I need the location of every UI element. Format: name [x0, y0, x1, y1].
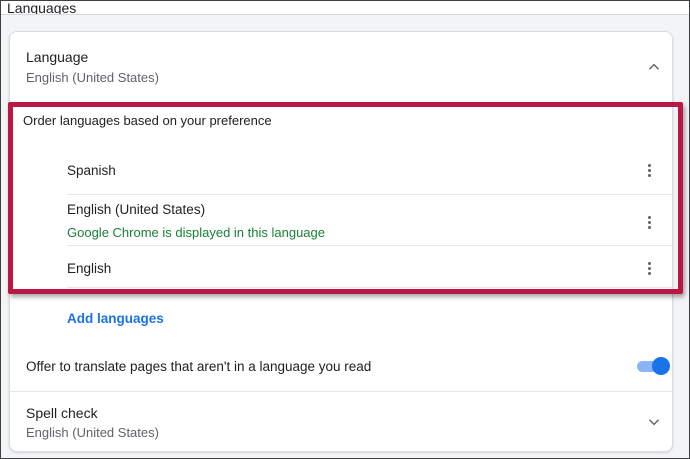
order-languages-label: Order languages based on your preference	[23, 113, 272, 128]
list-divider	[67, 245, 672, 246]
chrome-settings-languages-screen: Languages Language English (United State…	[0, 0, 690, 459]
language-name: Spanish	[67, 163, 116, 178]
languages-settings-card: Language English (United States) Order l…	[9, 31, 673, 452]
language-name: English (United States)	[67, 202, 206, 217]
add-languages-button[interactable]: Add languages	[67, 311, 164, 327]
list-divider	[67, 194, 672, 195]
chevron-down-icon[interactable]	[642, 410, 666, 434]
display-language-note: Google Chrome is displayed in this langu…	[67, 225, 325, 240]
language-name: English	[67, 261, 112, 276]
toggle-knob	[652, 357, 670, 375]
kebab-menu-icon[interactable]	[641, 162, 657, 178]
spell-check-title: Spell check	[26, 405, 98, 421]
spell-check-subtitle: English (United States)	[26, 425, 159, 440]
language-row-title: Language	[26, 49, 89, 65]
list-divider	[67, 287, 672, 288]
translate-toggle[interactable]	[637, 357, 670, 376]
kebab-menu-icon[interactable]	[641, 260, 657, 276]
section-divider	[10, 391, 672, 392]
chevron-up-icon[interactable]	[642, 55, 666, 79]
kebab-menu-icon[interactable]	[641, 214, 657, 230]
offer-translate-label: Offer to translate pages that aren't in …	[26, 359, 372, 374]
language-row-subtitle: English (United States)	[26, 70, 159, 85]
